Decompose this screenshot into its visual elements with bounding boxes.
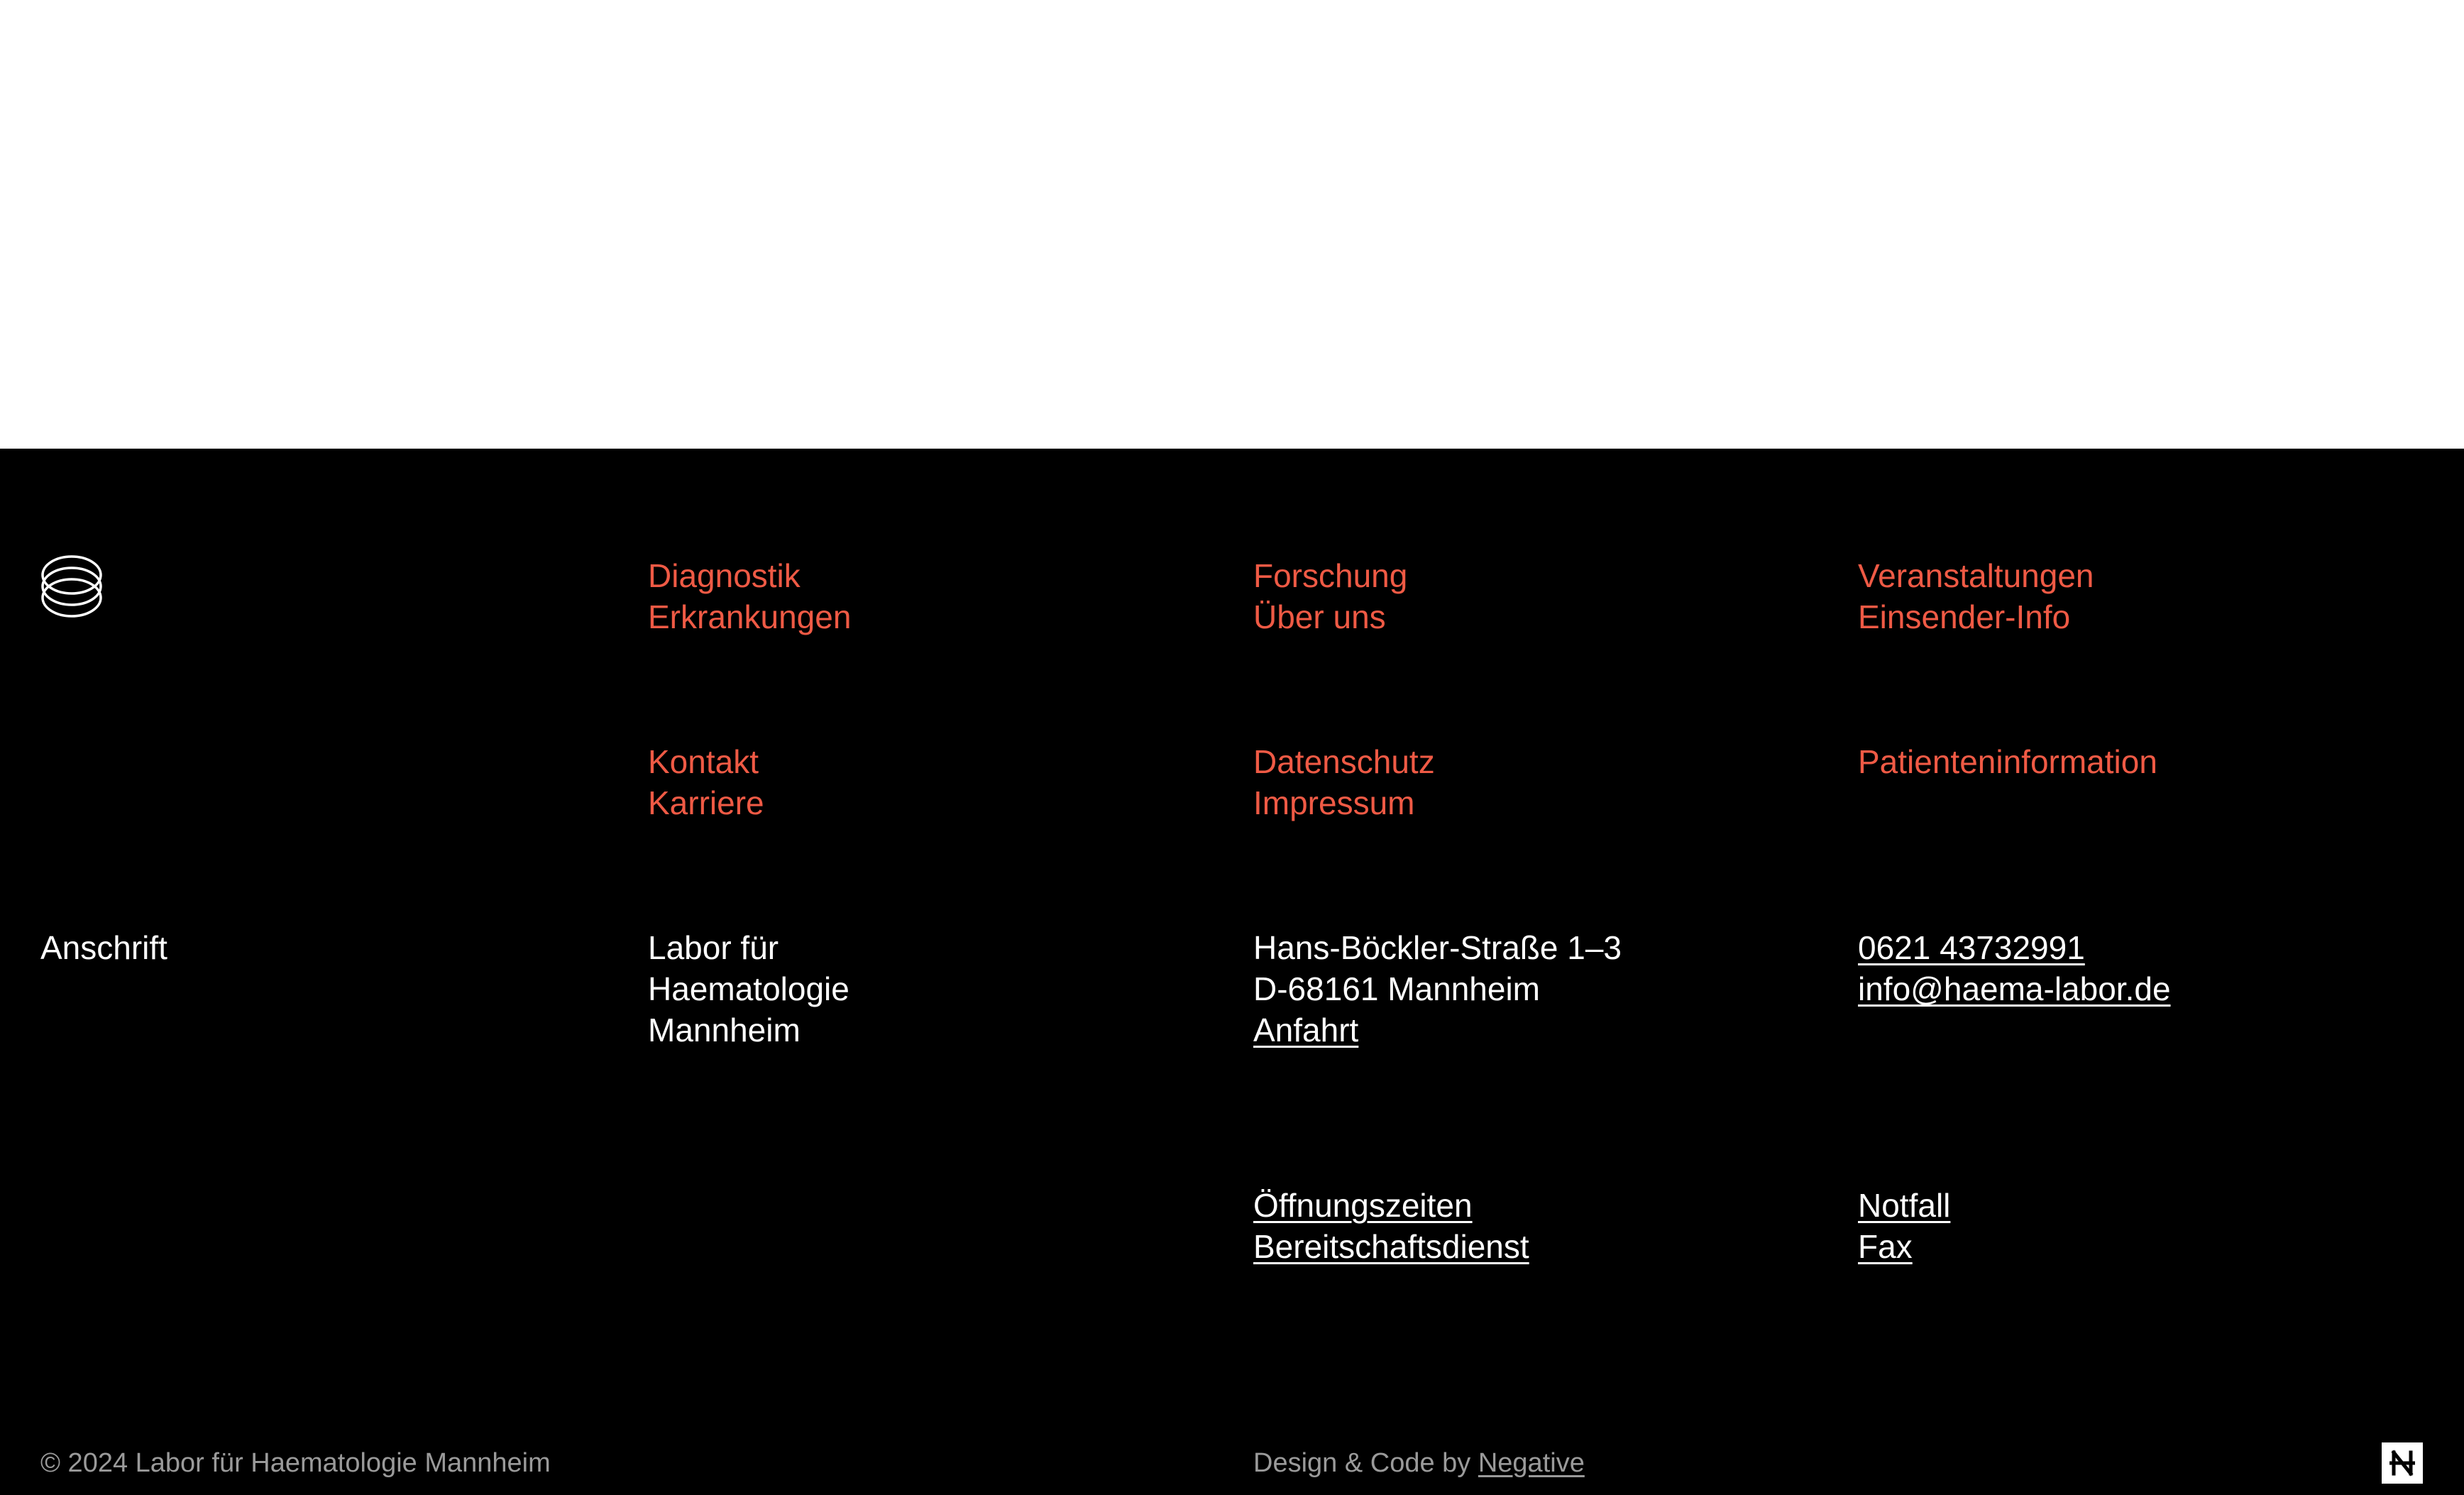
nav-link-erkrankungen[interactable]: Erkrankungen	[648, 596, 851, 637]
directions-link[interactable]: Anfahrt	[1253, 1009, 1622, 1051]
negative-badge-link[interactable]	[2382, 1442, 2423, 1484]
nav-link-kontakt[interactable]: Kontakt	[648, 741, 764, 782]
nav-link-einsender-info[interactable]: Einsender-Info	[1858, 596, 2094, 637]
nav-group-col2-bottom: Datenschutz Impressum	[1253, 741, 1435, 823]
nav-group-col1-top: Diagnostik Erkrankungen	[648, 555, 851, 637]
home-logo-link[interactable]	[40, 554, 104, 619]
credit-negative-link[interactable]: Negative	[1478, 1448, 1585, 1478]
email-link[interactable]: info@haema-labor.de	[1858, 968, 2171, 1009]
address-name: Labor für Haematologie Mannheim	[648, 927, 849, 1051]
contact-block: 0621 43732991 info@haema-labor.de	[1858, 927, 2171, 1009]
address-name-line: Labor für	[648, 929, 779, 966]
address-name-line: Haematologie	[648, 970, 849, 1007]
phone-link[interactable]: 0621 43732991	[1858, 927, 2171, 968]
emergency-link[interactable]: Notfall	[1858, 1185, 1950, 1226]
nav-link-veranstaltungen[interactable]: Veranstaltungen	[1858, 555, 2094, 596]
on-call-service-link[interactable]: Bereitschaftsdienst	[1253, 1226, 1529, 1267]
nav-group-col3-bottom: Patienteninformation	[1858, 741, 2157, 782]
credit: Design & Code by Negative	[1253, 1445, 1585, 1481]
copyright: © 2024 Labor für Haematologie Mannheim	[40, 1448, 551, 1478]
address-name-line: Mannheim	[648, 1012, 801, 1048]
address-street: Hans-Böckler-Straße 1–3	[1253, 929, 1622, 966]
nav-link-datenschutz[interactable]: Datenschutz	[1253, 741, 1435, 782]
address-heading-wrap: Anschrift	[40, 927, 167, 968]
nav-link-impressum[interactable]: Impressum	[1253, 782, 1435, 823]
negative-logo-icon	[2382, 1442, 2423, 1484]
nav-link-karriere[interactable]: Karriere	[648, 782, 764, 823]
credit-prefix: Design & Code by	[1253, 1448, 1478, 1478]
nav-group-col1-bottom: Kontakt Karriere	[648, 741, 764, 823]
nav-link-forschung[interactable]: Forschung	[1253, 555, 1407, 596]
page-content-blank-area	[0, 0, 2464, 449]
nav-link-patienteninformation[interactable]: Patienteninformation	[1858, 741, 2157, 782]
site-footer: Diagnostik Erkrankungen Forschung Über u…	[0, 449, 2464, 1495]
address-street-block: Hans-Böckler-Straße 1–3 D-68161 Mannheim…	[1253, 927, 1622, 1051]
opening-hours-link[interactable]: Öffnungszeiten	[1253, 1185, 1529, 1226]
service-links-col2: Öffnungszeiten Bereitschaftsdienst	[1253, 1185, 1529, 1267]
nav-link-ueber-uns[interactable]: Über uns	[1253, 596, 1407, 637]
fax-link[interactable]: Fax	[1858, 1226, 1950, 1267]
address-heading: Anschrift	[40, 929, 167, 966]
address-city: D-68161 Mannheim	[1253, 970, 1541, 1007]
nav-link-diagnostik[interactable]: Diagnostik	[648, 555, 851, 596]
nav-group-col2-top: Forschung Über uns	[1253, 555, 1407, 637]
stacked-rings-logo-icon	[41, 555, 102, 618]
nav-group-col3-top: Veranstaltungen Einsender-Info	[1858, 555, 2094, 637]
service-links-col3: Notfall Fax	[1858, 1185, 1950, 1267]
